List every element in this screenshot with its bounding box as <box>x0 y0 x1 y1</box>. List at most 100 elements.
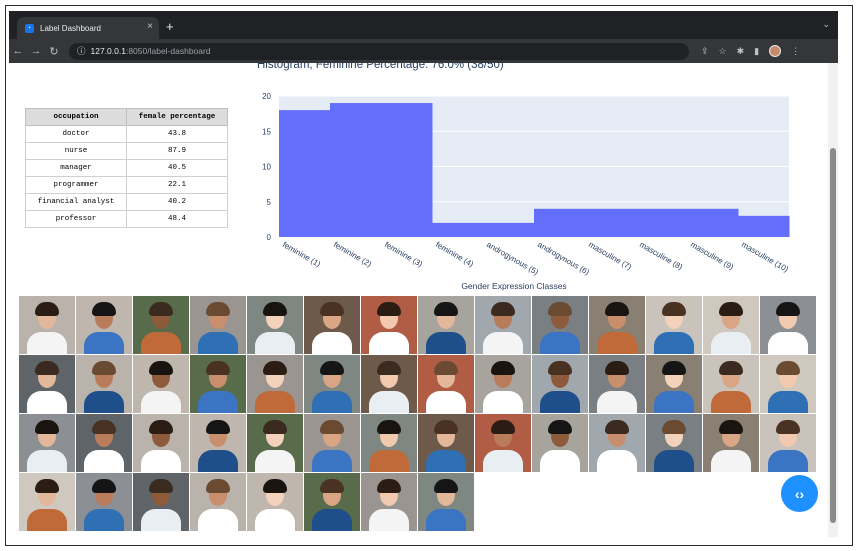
sidepanel-icon[interactable]: ▮ <box>754 46 759 57</box>
portrait-thumbnail[interactable] <box>133 473 189 531</box>
code-toggle-button[interactable]: ‹› <box>781 475 818 512</box>
address-bar[interactable]: ⓘ 127.0.0.1:8050/label-dashboard <box>69 42 689 60</box>
portrait-hair <box>320 361 344 375</box>
x-tick-label: feminine (4) <box>434 240 475 269</box>
portrait-hair <box>548 420 572 434</box>
portrait-body <box>483 391 523 413</box>
back-icon[interactable]: ← <box>9 45 27 57</box>
bookmark-star-icon[interactable]: ☆ <box>719 46 727 57</box>
info-icon[interactable]: ⓘ <box>77 45 86 57</box>
portrait-thumbnail[interactable] <box>19 296 75 354</box>
portrait-thumbnail[interactable] <box>76 473 132 531</box>
portrait-thumbnail[interactable] <box>646 355 702 413</box>
portrait-thumbnail[interactable] <box>418 414 474 472</box>
occupation-cell: professor <box>25 210 127 228</box>
portrait-thumbnail[interactable] <box>361 414 417 472</box>
portrait-thumbnail[interactable] <box>703 296 759 354</box>
portrait-thumbnail[interactable] <box>304 355 360 413</box>
portrait-hair <box>719 302 743 316</box>
portrait-thumbnail[interactable] <box>532 296 588 354</box>
portrait-body <box>654 332 694 354</box>
portrait-thumbnail[interactable] <box>304 414 360 472</box>
table-row: manager 40.5 <box>25 159 228 177</box>
portrait-hair <box>320 479 344 493</box>
portrait-hair <box>35 420 59 434</box>
portrait-thumbnail[interactable] <box>418 355 474 413</box>
portrait-thumbnail[interactable] <box>475 414 531 472</box>
portrait-hair <box>263 479 287 493</box>
forward-icon[interactable]: → <box>27 45 45 57</box>
histogram-bar <box>585 208 637 237</box>
portrait-thumbnail[interactable] <box>76 296 132 354</box>
portrait-thumbnail[interactable] <box>76 355 132 413</box>
portrait-thumbnail[interactable] <box>760 414 816 472</box>
profile-avatar[interactable] <box>769 45 782 57</box>
page-scrollbar[interactable] <box>828 63 838 537</box>
portrait-thumbnail[interactable] <box>247 473 303 531</box>
portrait-thumbnail[interactable] <box>19 355 75 413</box>
percentage-cell: 22.1 <box>126 176 228 194</box>
portrait-thumbnail[interactable] <box>703 355 759 413</box>
portrait-body <box>27 332 67 354</box>
portrait-hair <box>719 420 743 434</box>
extensions-icon[interactable]: ✱ <box>737 46 745 57</box>
reload-icon[interactable]: ↻ <box>45 45 63 58</box>
portrait-thumbnail[interactable] <box>760 296 816 354</box>
portrait-thumbnail[interactable] <box>532 355 588 413</box>
new-tab-button[interactable]: + <box>166 19 174 34</box>
portrait-thumbnail[interactable] <box>361 355 417 413</box>
portrait-body <box>255 509 295 531</box>
portrait-thumbnail[interactable] <box>475 296 531 354</box>
portrait-hair <box>35 302 59 316</box>
histogram-bar <box>534 208 586 237</box>
close-tab-icon[interactable]: × <box>147 21 153 32</box>
portrait-thumbnail[interactable] <box>190 414 246 472</box>
histogram-title: Histogram, Feminine Percentage: 76.0% (3… <box>257 63 504 71</box>
portrait-thumbnail[interactable] <box>19 473 75 531</box>
scrollbar-thumb[interactable] <box>830 148 836 523</box>
portrait-body <box>141 450 181 472</box>
portrait-thumbnail[interactable] <box>247 355 303 413</box>
portrait-thumbnail[interactable] <box>247 414 303 472</box>
portrait-thumbnail[interactable] <box>589 355 645 413</box>
portrait-thumbnail[interactable] <box>532 414 588 472</box>
portrait-thumbnail[interactable] <box>361 473 417 531</box>
menu-kebab-icon[interactable]: ⋮ <box>791 46 800 57</box>
browser-chrome: ▪ Label Dashboard × + ⌄ ← → ↻ ⓘ 127.0.0.… <box>9 11 838 63</box>
portrait-thumbnail[interactable] <box>418 296 474 354</box>
portrait-thumbnail[interactable] <box>190 296 246 354</box>
portrait-thumbnail[interactable] <box>304 296 360 354</box>
portrait-thumbnail[interactable] <box>304 473 360 531</box>
portrait-thumbnail[interactable] <box>703 414 759 472</box>
portrait-body <box>198 332 238 354</box>
portrait-thumbnail[interactable] <box>190 355 246 413</box>
portrait-thumbnail[interactable] <box>133 414 189 472</box>
portrait-body <box>369 391 409 413</box>
portrait-thumbnail[interactable] <box>589 414 645 472</box>
portrait-hair <box>149 420 173 434</box>
portrait-thumbnail[interactable] <box>76 414 132 472</box>
portrait-thumbnail[interactable] <box>190 473 246 531</box>
x-tick-label: masculine (7) <box>587 240 633 272</box>
portrait-thumbnail[interactable] <box>247 296 303 354</box>
portrait-thumbnail[interactable] <box>589 296 645 354</box>
portrait-thumbnail[interactable] <box>418 473 474 531</box>
browser-tab[interactable]: ▪ Label Dashboard × <box>17 17 159 39</box>
portrait-thumbnail[interactable] <box>19 414 75 472</box>
portrait-body <box>597 391 637 413</box>
portrait-body <box>369 450 409 472</box>
portrait-body <box>198 391 238 413</box>
portrait-body <box>255 450 295 472</box>
portrait-thumbnail[interactable] <box>361 296 417 354</box>
tab-search-chevron-icon[interactable]: ⌄ <box>822 19 830 30</box>
portrait-body <box>426 509 466 531</box>
portrait-thumbnail[interactable] <box>133 355 189 413</box>
portrait-thumbnail[interactable] <box>646 296 702 354</box>
portrait-thumbnail[interactable] <box>133 296 189 354</box>
portrait-thumbnail[interactable] <box>760 355 816 413</box>
portrait-body <box>84 391 124 413</box>
portrait-hair <box>605 302 629 316</box>
portrait-thumbnail[interactable] <box>475 355 531 413</box>
share-icon[interactable]: ⇪ <box>701 46 709 57</box>
portrait-thumbnail[interactable] <box>646 414 702 472</box>
